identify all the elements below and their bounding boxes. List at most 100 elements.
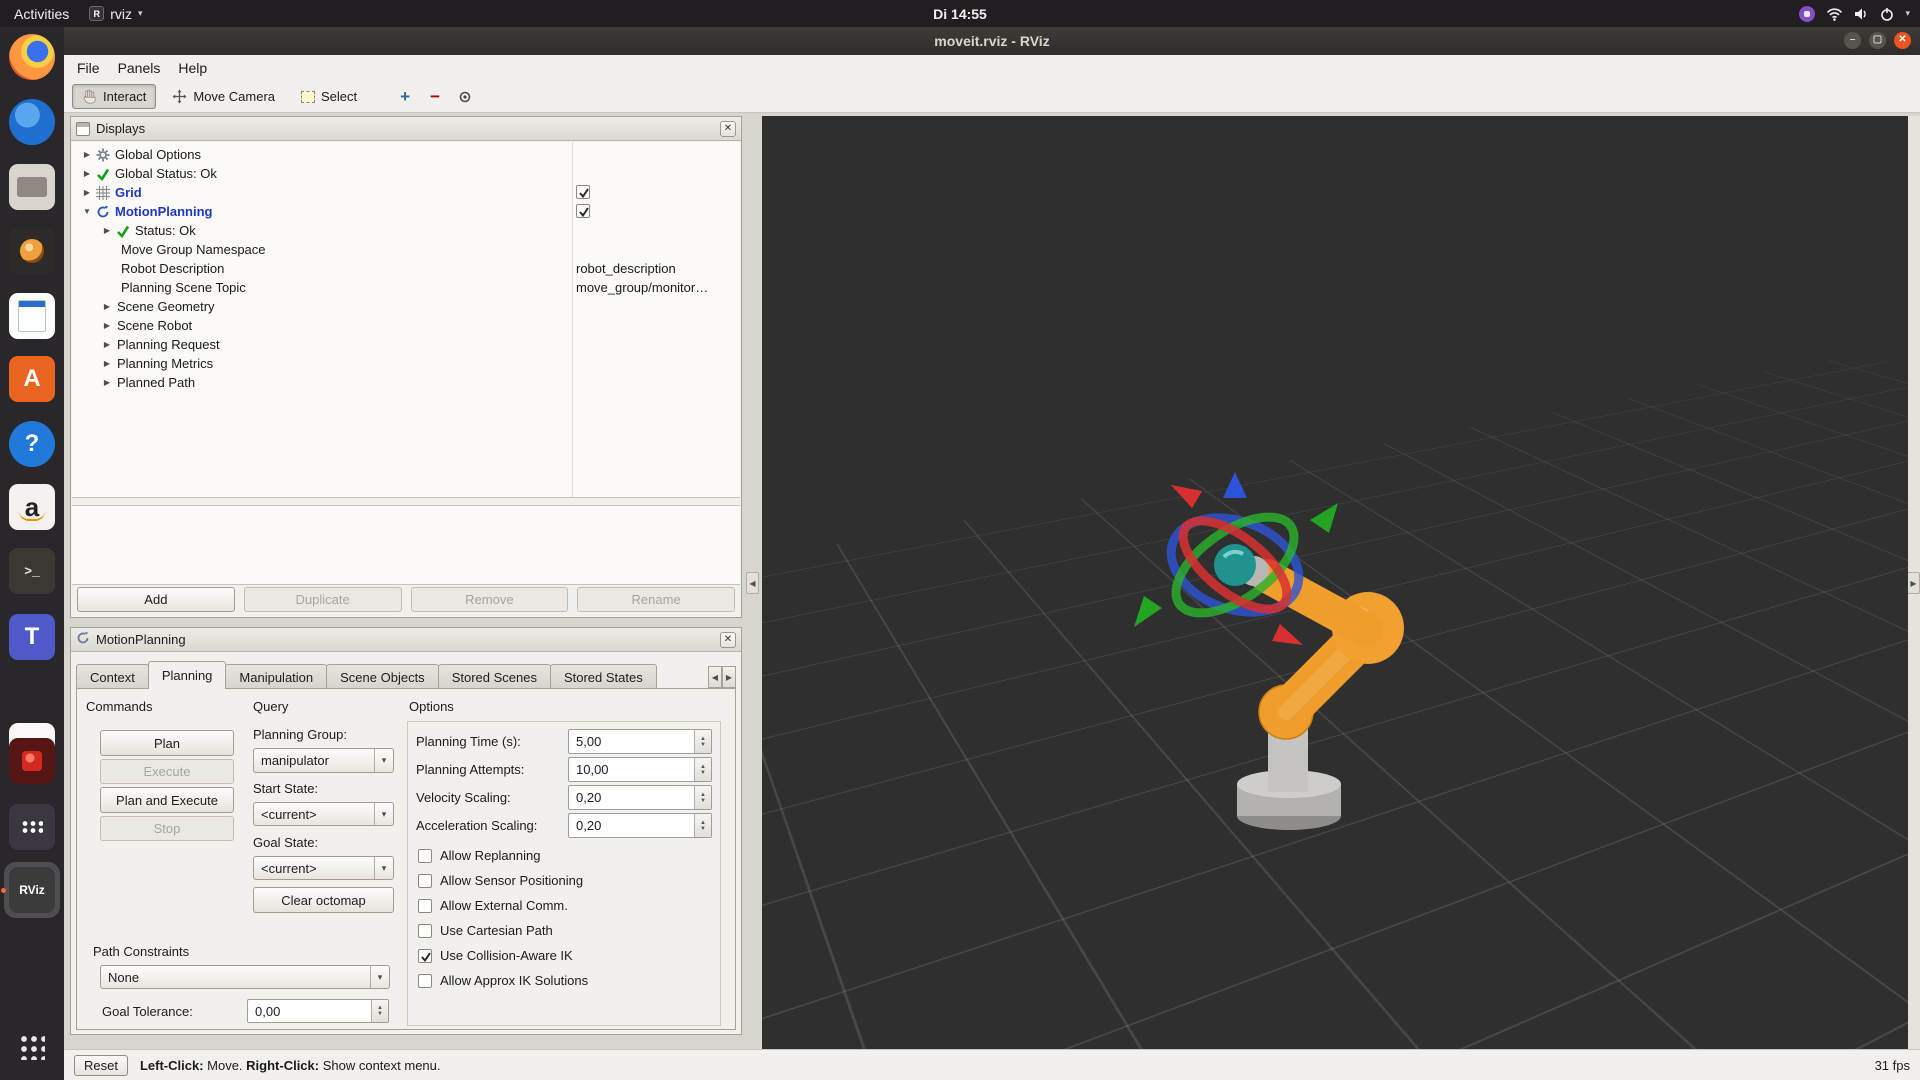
tree-row-planning-metrics[interactable]: ▶ Planning Metrics — [72, 354, 740, 373]
spinner-buttons[interactable]: ▲ ▼ — [694, 730, 711, 753]
tool-select[interactable]: Select — [291, 84, 367, 109]
tree-row-status-ok[interactable]: ▶ Status: Ok — [72, 221, 740, 240]
expander-icon[interactable]: ▶ — [80, 150, 94, 159]
tree-row-move-group-namespace[interactable]: Move Group Namespace — [72, 240, 740, 259]
dock-item-firefox[interactable] — [9, 34, 55, 80]
tab-scroll-right-button[interactable]: ▶ — [722, 666, 736, 688]
allow-external-comm-checkbox[interactable] — [418, 898, 432, 913]
rename-button[interactable]: Rename — [577, 587, 735, 612]
tree-row-planning-request[interactable]: ▶ Planning Request — [72, 335, 740, 354]
planning-attempts-input[interactable]: 10,00 ▲ ▼ — [568, 757, 712, 782]
tool-move-camera[interactable]: Move Camera — [162, 84, 285, 109]
motionplanning-enabled-checkbox[interactable] — [576, 204, 590, 218]
displays-panel-header[interactable]: Displays ✕ — [71, 117, 741, 141]
remove-button[interactable]: Remove — [410, 587, 569, 612]
menu-panels[interactable]: Panels — [109, 57, 170, 79]
tab-planning[interactable]: Planning — [147, 661, 227, 689]
app-menu[interactable]: R rviz ▾ — [89, 6, 143, 22]
volume-icon[interactable] — [1854, 7, 1869, 21]
tree-row-scene-geometry[interactable]: ▶ Scene Geometry — [72, 297, 740, 316]
add-button[interactable]: Add — [77, 587, 235, 612]
dock-item-thunderbird[interactable] — [9, 99, 55, 145]
close-icon[interactable]: ✕ — [720, 631, 736, 648]
acceleration-scaling-input[interactable]: 0,20 ▲ ▼ — [568, 813, 712, 838]
dock-item-ubuntu-software[interactable]: A — [9, 356, 55, 402]
dock-item-files[interactable] — [9, 164, 55, 210]
dock-item-screen-recorder[interactable] — [9, 738, 55, 784]
reset-button[interactable]: Reset — [74, 1054, 128, 1076]
goal-tolerance-input[interactable]: 0,00 ▲ ▼ — [247, 999, 389, 1023]
tab-stored-states[interactable]: Stored States — [549, 664, 657, 689]
remove-tool-button[interactable]: − — [423, 85, 447, 109]
spinner-buttons[interactable]: ▲ ▼ — [694, 814, 711, 837]
expander-icon[interactable]: ▶ — [80, 188, 94, 197]
duplicate-button[interactable]: Duplicate — [243, 587, 402, 612]
path-constraints-select[interactable]: None ▾ — [100, 965, 390, 989]
allow-sensor-positioning-checkbox[interactable] — [418, 873, 432, 888]
window-titlebar[interactable]: moveit.rviz - RViz – ▢ ✕ — [64, 27, 1920, 55]
expander-icon[interactable]: ▶ — [100, 302, 114, 311]
tree-row-global-status[interactable]: ▶ Global Status: Ok — [72, 164, 740, 183]
start-state-select[interactable]: <current> ▾ — [253, 802, 394, 826]
dock-item-rviz[interactable]: RViz — [9, 867, 55, 913]
allow-approx-ik-checkbox[interactable] — [418, 973, 432, 988]
close-button[interactable]: ✕ — [1894, 32, 1911, 49]
dock-item-teams[interactable]: T — [9, 614, 55, 660]
planning-group-select[interactable]: manipulator ▾ — [253, 748, 394, 773]
expander-icon[interactable]: ▼ — [80, 207, 94, 216]
dock-item-help[interactable]: ? — [9, 421, 55, 467]
tab-scroll-left-button[interactable]: ◀ — [708, 666, 722, 688]
power-icon[interactable] — [1880, 7, 1894, 21]
menu-help[interactable]: Help — [169, 57, 216, 79]
expander-icon[interactable]: ▶ — [100, 226, 114, 235]
property-value[interactable]: move_group/monitor… — [576, 280, 708, 295]
tree-row-robot-description[interactable]: Robot Description robot_description — [72, 259, 740, 278]
motionplanning-panel-header[interactable]: MotionPlanning ✕ — [71, 628, 741, 652]
dock-item-amazon[interactable]: a — [9, 484, 55, 530]
3d-viewport[interactable] — [762, 116, 1908, 1049]
wifi-icon[interactable] — [1826, 7, 1843, 21]
tree-row-grid[interactable]: ▶ Grid — [72, 183, 740, 202]
clear-octomap-button[interactable]: Clear octomap — [253, 887, 394, 913]
chevron-down-icon[interactable]: ▾ — [1905, 8, 1910, 19]
dock-item-app-dots[interactable] — [9, 804, 55, 850]
expander-icon[interactable]: ▶ — [80, 169, 94, 178]
dock-item-camera-app[interactable] — [9, 228, 55, 274]
tree-row-motionplanning[interactable]: ▼ MotionPlanning — [72, 202, 740, 221]
plan-and-execute-button[interactable]: Plan and Execute — [100, 787, 234, 813]
add-tool-button[interactable]: + — [393, 85, 417, 109]
tool-interact[interactable]: Interact — [72, 84, 157, 109]
use-collision-aware-ik-checkbox[interactable] — [418, 948, 432, 963]
splitter-handle-right[interactable]: ▶ — [1907, 572, 1920, 594]
planning-time-input[interactable]: 5,00 ▲ ▼ — [568, 729, 712, 754]
menu-file[interactable]: File — [68, 57, 109, 79]
grid-enabled-checkbox[interactable] — [576, 185, 590, 199]
stop-button[interactable]: Stop — [100, 816, 234, 841]
tab-manipulation[interactable]: Manipulation — [225, 664, 328, 689]
minimize-button[interactable]: – — [1844, 32, 1861, 49]
property-value[interactable]: robot_description — [576, 261, 676, 276]
activities-button[interactable]: Activities — [14, 6, 69, 22]
interactive-marker[interactable] — [1134, 472, 1338, 645]
expander-icon[interactable]: ▶ — [100, 359, 114, 368]
tab-context[interactable]: Context — [76, 664, 149, 689]
show-applications-button[interactable] — [9, 1024, 55, 1070]
execute-button[interactable]: Execute — [100, 759, 234, 784]
dock-item-terminal[interactable]: >_ — [9, 548, 55, 594]
use-cartesian-path-checkbox[interactable] — [418, 923, 432, 938]
velocity-scaling-input[interactable]: 0,20 ▲ ▼ — [568, 785, 712, 810]
allow-replanning-checkbox[interactable] — [418, 848, 432, 863]
expander-icon[interactable]: ▶ — [100, 340, 114, 349]
tab-scene-objects[interactable]: Scene Objects — [326, 664, 439, 689]
plan-button[interactable]: Plan — [100, 730, 234, 756]
tree-row-planned-path[interactable]: ▶ Planned Path — [72, 373, 740, 392]
focus-camera-button[interactable] — [453, 85, 477, 109]
spinner-buttons[interactable]: ▲ ▼ — [694, 786, 711, 809]
tray-app-icon[interactable] — [1799, 5, 1816, 22]
tab-stored-scenes[interactable]: Stored Scenes — [437, 664, 551, 689]
dock-item-libreoffice-writer[interactable] — [9, 293, 55, 339]
spinner-buttons[interactable]: ▲ ▼ — [694, 758, 711, 781]
tree-row-global-options[interactable]: ▶ Global Options — [72, 145, 740, 164]
goal-state-select[interactable]: <current> ▾ — [253, 856, 394, 880]
expander-icon[interactable]: ▶ — [100, 321, 114, 330]
